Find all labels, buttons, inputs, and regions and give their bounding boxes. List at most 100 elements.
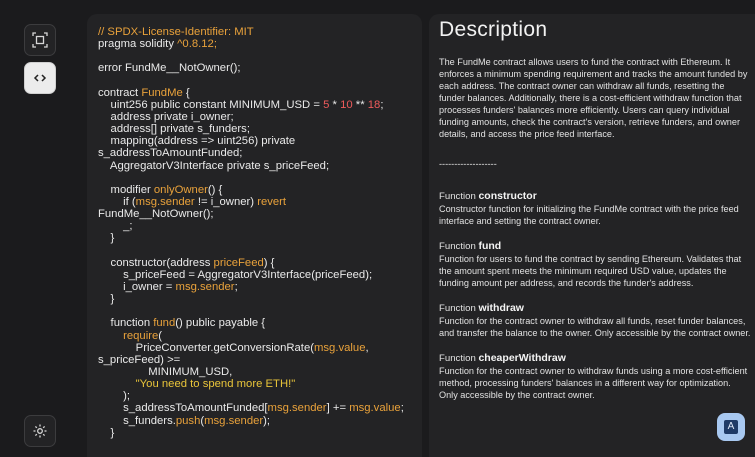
function-block-constructor: Function constructor Constructor function… — [439, 190, 751, 227]
code-token: contract — [98, 86, 142, 99]
function-block-fund: Function fund Function for users to fund … — [439, 240, 751, 289]
code-token: address[] private s_funders; — [98, 123, 250, 136]
code-line: modifier onlyOwner() { — [98, 184, 416, 196]
code-line: i_owner = msg.sender; — [98, 281, 416, 293]
code-token: FundMe — [141, 86, 183, 99]
code-token: msg.sender — [267, 402, 327, 415]
code-token: msg.value — [349, 402, 401, 415]
code-token: "You need to spend more ETH!" — [135, 378, 296, 391]
function-heading: Function fund — [439, 240, 751, 253]
code-line: MINIMUM_USD, — [98, 366, 416, 378]
scan-button[interactable] — [24, 24, 56, 56]
code-line: s_addressToAmountFunded; — [98, 147, 416, 159]
function-description: Constructor function for initializing th… — [439, 204, 739, 226]
description-title: Description — [439, 18, 548, 41]
function-list: Function constructor Constructor function… — [439, 190, 751, 401]
code-line: _; — [98, 220, 416, 232]
code-line: s_priceFeed = AggregatorV3Interface(pric… — [98, 269, 416, 281]
code-line: s_priceFeed) >= — [98, 354, 416, 366]
code-token: i_owner = — [98, 280, 176, 293]
code-token: ( — [158, 329, 163, 342]
code-token: constructor(address — [98, 256, 214, 269]
function-block-withdraw: Function withdraw Function for the contra… — [439, 302, 751, 339]
code-token: onlyOwner — [153, 183, 208, 196]
code-line: error FundMe__NotOwner(); — [98, 62, 416, 74]
code-line: } — [98, 232, 416, 244]
function-heading: Function withdraw — [439, 302, 751, 315]
function-prefix: Function — [439, 191, 479, 202]
function-heading: Function cheaperWithdraw — [439, 352, 751, 365]
code-line: contract FundMe { — [98, 87, 416, 99]
code-token: 10 — [340, 98, 353, 111]
code-token: pragma solidity — [98, 38, 178, 51]
code-line: // SPDX-License-Identifier: MIT — [98, 26, 416, 38]
separator: ------------------- — [439, 159, 497, 169]
code-token: 18 — [367, 98, 381, 111]
function-name: constructor — [478, 190, 537, 202]
code-token: ] += — [326, 402, 350, 415]
function-name: fund — [478, 240, 502, 252]
code-token: modifier — [98, 183, 154, 196]
assistant-icon: A — [724, 420, 738, 434]
code-token: ; — [234, 280, 238, 293]
function-prefix: Function — [439, 303, 479, 314]
function-description: Function for users to fund the contract … — [439, 254, 742, 288]
code-token: , — [365, 341, 369, 354]
code-token: ; — [400, 402, 404, 415]
function-block-cheaperWithdraw: Function cheaperWithdraw Function for the… — [439, 352, 751, 401]
sidebar — [0, 0, 80, 457]
code-token: mapping(address => uint256) private — [98, 135, 296, 148]
code-token: push — [175, 414, 201, 427]
function-heading: Function constructor — [439, 190, 751, 203]
description-intro: The FundMe contract allows users to fund… — [439, 57, 748, 139]
code-button[interactable] — [24, 62, 56, 94]
code-token: priceFeed — [213, 256, 264, 269]
code-token: s_priceFeed = AggregatorV3Interface(pric… — [98, 268, 373, 281]
code-token: * — [329, 98, 341, 111]
code-token: function — [98, 317, 154, 330]
code-token: s_addressToAmountFunded[ — [98, 402, 268, 415]
code-line: uint256 public constant MINIMUM_USD = 5 … — [98, 99, 416, 111]
assistant-button[interactable]: A — [717, 413, 745, 441]
code-line: "You need to spend more ETH!" — [98, 378, 416, 390]
code-token: msg.value — [314, 341, 366, 354]
code-line: } — [98, 427, 416, 439]
settings-icon — [32, 423, 48, 439]
code-token: revert — [257, 195, 287, 208]
code-token: != i_owner) — [194, 195, 258, 208]
code-token: uint256 public constant MINIMUM_USD = — [98, 98, 324, 111]
code-token: ) { — [263, 256, 275, 269]
code-token: () { — [207, 183, 223, 196]
code-line: } — [98, 293, 416, 305]
code-token: // SPDX-License-Identifier: MIT — [98, 26, 254, 38]
code-line: if (msg.sender != i_owner) revert — [98, 196, 416, 208]
code-token: _; — [98, 220, 133, 233]
code-token: MINIMUM_USD, — [98, 365, 233, 378]
function-prefix: Function — [439, 241, 479, 252]
code-token: ; — [380, 98, 384, 111]
code-line: s_addressToAmountFunded[msg.sender] += m… — [98, 402, 416, 414]
scan-icon — [32, 32, 48, 48]
code-line: ); — [98, 390, 416, 402]
code-line: PriceConverter.getConversionRate(msg.val… — [98, 342, 416, 354]
code-token: if ( — [98, 195, 136, 208]
description-panel: Description The FundMe contract allows u… — [429, 14, 755, 457]
code-panel: // SPDX-License-Identifier: MIT pragma so… — [87, 14, 422, 457]
code-token: PriceConverter.getConversionRate( — [98, 341, 314, 354]
code-token: } — [98, 232, 115, 245]
code-token: fund — [153, 317, 176, 330]
settings-button[interactable] — [24, 415, 56, 447]
code-line: constructor(address priceFeed) { — [98, 257, 416, 269]
code-token: FundMe__NotOwner(); — [98, 208, 214, 221]
code-token: s_addressToAmountFunded; — [98, 147, 243, 160]
code-line: AggregatorV3Interface private s_priceFee… — [98, 160, 416, 172]
code-token: ^0.8.12; — [177, 38, 217, 51]
code-line: require( — [98, 330, 416, 342]
code-line: function fund() public payable { — [98, 317, 416, 329]
